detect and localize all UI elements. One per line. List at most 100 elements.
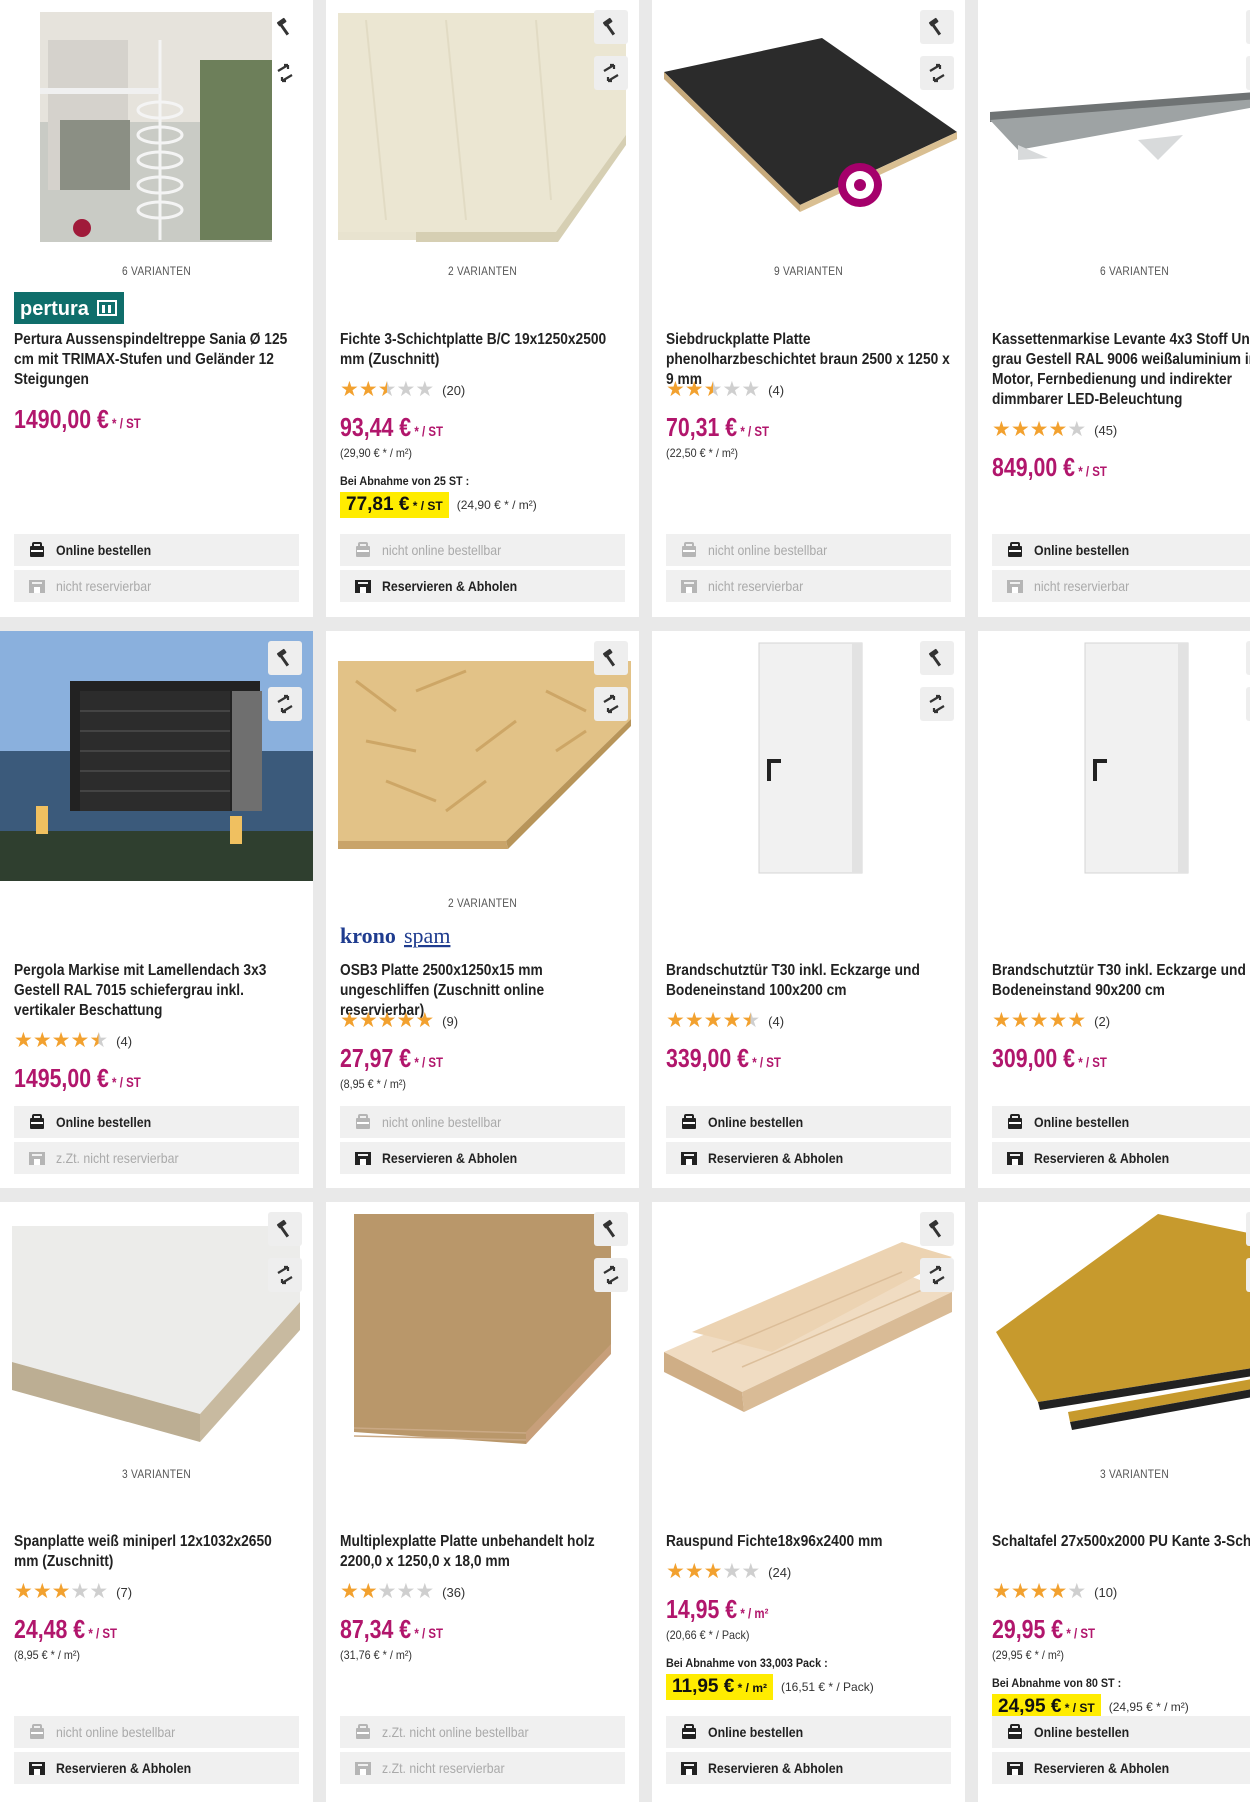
compare-arrows-icon[interactable] (268, 687, 302, 721)
product-title[interactable]: Pertura Aussenspindeltreppe Sania Ø 125 … (14, 330, 298, 390)
product-title[interactable]: Fichte 3-Schichtplatte B/C 19x1250x2500 … (340, 330, 624, 370)
hammer-icon[interactable] (1246, 10, 1250, 44)
product-image[interactable] (978, 631, 1250, 881)
reserve-pickup-button[interactable]: nicht reservierbar (666, 570, 951, 602)
hammer-icon[interactable] (1246, 641, 1250, 675)
product-image[interactable] (978, 1202, 1250, 1452)
online-order-button[interactable]: z.Zt. nicht online bestellbar (340, 1716, 625, 1748)
variants-count[interactable]: 9 VARIANTEN (675, 264, 941, 278)
reserve-pickup-button[interactable]: Reservieren & Abholen (666, 1142, 951, 1174)
rating[interactable]: ★ ★ ★ ★ ★ (24) (666, 1561, 791, 1582)
product-title[interactable]: Multiplexplatte Platte unbehandelt holz … (340, 1532, 624, 1572)
compare-arrows-icon[interactable] (1246, 1258, 1250, 1292)
online-order-button[interactable]: Online bestellen (666, 1716, 951, 1748)
variants-count[interactable]: 6 VARIANTEN (1001, 264, 1250, 278)
brand-logo[interactable]: krono spam (340, 923, 480, 955)
product-image-area[interactable] (326, 1202, 639, 1452)
reserve-pickup-button[interactable]: Reservieren & Abholen (340, 1142, 625, 1174)
product-image-area[interactable] (326, 0, 639, 250)
hammer-icon[interactable] (920, 10, 954, 44)
compare-arrows-icon[interactable] (920, 56, 954, 90)
online-order-button[interactable]: Online bestellen (992, 1716, 1250, 1748)
reserve-pickup-button[interactable]: Reservieren & Abholen (666, 1752, 951, 1784)
reserve-pickup-button[interactable]: nicht reservierbar (14, 570, 299, 602)
product-image[interactable] (0, 631, 313, 881)
product-title[interactable]: Spanplatte weiß miniperl 12x1032x2650 mm… (14, 1532, 298, 1572)
product-card[interactable]: 6 VARIANTEN pertura Pertura Aussenspindelt… (0, 0, 313, 617)
product-title[interactable]: Pergola Markise mit Lamellendach 3x3 Ges… (14, 961, 298, 1021)
reserve-pickup-button[interactable]: z.Zt. nicht reservierbar (14, 1142, 299, 1174)
product-image-area[interactable] (0, 0, 313, 250)
reserve-pickup-button[interactable]: Reservieren & Abholen (14, 1752, 299, 1784)
compare-arrows-icon[interactable] (268, 1258, 302, 1292)
variants-count[interactable]: 3 VARIANTEN (1001, 1467, 1250, 1481)
product-card[interactable]: Brandschutztür T30 inkl. Eckzarge und Bo… (978, 631, 1250, 1188)
online-order-button[interactable]: nicht online bestellbar (340, 1106, 625, 1138)
product-title[interactable]: Brandschutztür T30 inkl. Eckzarge und Bo… (666, 961, 950, 1001)
rating[interactable]: ★ ★ ★ ★ ★ (2) (992, 1010, 1110, 1031)
product-card[interactable]: Pergola Markise mit Lamellendach 3x3 Ges… (0, 631, 313, 1188)
product-title[interactable]: Rauspund Fichte18x96x2400 mm (666, 1532, 950, 1552)
compare-arrows-icon[interactable] (1246, 56, 1250, 90)
rating[interactable]: ★ ★ ★ ★ ★ (4) (14, 1030, 132, 1051)
compare-arrows-icon[interactable] (594, 1258, 628, 1292)
product-card[interactable]: 3 VARIANTEN Spanplatte weiß miniperl 12x1… (0, 1202, 313, 1802)
variants-count[interactable]: 2 VARIANTEN (349, 264, 615, 278)
online-order-button[interactable]: Online bestellen (992, 1106, 1250, 1138)
variants-count[interactable]: 6 VARIANTEN (23, 264, 289, 278)
online-order-button[interactable]: Online bestellen (992, 534, 1250, 566)
rating[interactable]: ★ ★ ★ ★ ★ (45) (992, 419, 1117, 440)
product-card[interactable]: 3 VARIANTEN Schaltafel 27x500x2000 PU Kan… (978, 1202, 1250, 1802)
product-image-area[interactable] (0, 631, 313, 881)
product-image-area[interactable] (652, 0, 965, 250)
hammer-icon[interactable] (268, 641, 302, 675)
product-image-area[interactable] (326, 631, 639, 881)
compare-arrows-icon[interactable] (1246, 687, 1250, 721)
product-image[interactable] (652, 0, 965, 250)
product-image[interactable] (652, 1202, 965, 1452)
product-image-area[interactable] (652, 1202, 965, 1452)
compare-arrows-icon[interactable] (920, 1258, 954, 1292)
hammer-icon[interactable] (594, 1212, 628, 1246)
compare-arrows-icon[interactable] (268, 56, 302, 90)
product-card[interactable]: Brandschutztür T30 inkl. Eckzarge und Bo… (652, 631, 965, 1188)
product-image[interactable] (326, 631, 639, 881)
rating[interactable]: ★ ★ ★ ★ ★ (7) (14, 1581, 132, 1602)
rating[interactable]: ★ ★ ★ ★ ★ (10) (992, 1581, 1117, 1602)
online-order-button[interactable]: nicht online bestellbar (14, 1716, 299, 1748)
rating[interactable]: ★ ★ ★ ★ ★ (4) (666, 379, 784, 400)
hammer-icon[interactable] (594, 10, 628, 44)
rating[interactable]: ★ ★ ★ ★ ★ (4) (666, 1010, 784, 1031)
product-image-area[interactable] (978, 1202, 1250, 1452)
product-card[interactable]: 6 VARIANTEN Kassettenmarkise Levante 4x3 … (978, 0, 1250, 617)
reserve-pickup-button[interactable]: Reservieren & Abholen (992, 1142, 1250, 1174)
product-title[interactable]: Brandschutztür T30 inkl. Eckzarge und Bo… (992, 961, 1250, 1001)
rating[interactable]: ★ ★ ★ ★ ★ (36) (340, 1581, 465, 1602)
compare-arrows-icon[interactable] (594, 56, 628, 90)
product-image[interactable] (0, 0, 313, 250)
product-card[interactable]: Rauspund Fichte18x96x2400 mm ★ ★ ★ ★ ★ (24) 14,… (652, 1202, 965, 1802)
product-image[interactable] (978, 0, 1250, 250)
variants-count[interactable]: 3 VARIANTEN (23, 1467, 289, 1481)
reserve-pickup-button[interactable]: z.Zt. nicht reservierbar (340, 1752, 625, 1784)
product-title[interactable]: Kassettenmarkise Levante 4x3 Stoff Uni g… (992, 330, 1250, 410)
online-order-button[interactable]: Online bestellen (14, 534, 299, 566)
online-order-button[interactable]: Online bestellen (14, 1106, 299, 1138)
product-image-area[interactable] (978, 0, 1250, 250)
hammer-icon[interactable] (920, 641, 954, 675)
reserve-pickup-button[interactable]: nicht reservierbar (992, 570, 1250, 602)
compare-arrows-icon[interactable] (920, 687, 954, 721)
product-card[interactable]: 2 VARIANTEN krono spam OSB3 Platte 2500x125… (326, 631, 639, 1188)
product-image-area[interactable] (652, 631, 965, 881)
product-card[interactable]: Multiplexplatte Platte unbehandelt holz … (326, 1202, 639, 1802)
online-order-button[interactable]: Online bestellen (666, 1106, 951, 1138)
online-order-button[interactable]: nicht online bestellbar (666, 534, 951, 566)
online-order-button[interactable]: nicht online bestellbar (340, 534, 625, 566)
hammer-icon[interactable] (1246, 1212, 1250, 1246)
product-image[interactable] (0, 1202, 313, 1452)
product-card[interactable]: 9 VARIANTEN Siebdruckplatte Platte phenol… (652, 0, 965, 617)
rating[interactable]: ★ ★ ★ ★ ★ (9) (340, 1010, 458, 1031)
reserve-pickup-button[interactable]: Reservieren & Abholen (340, 570, 625, 602)
variants-count[interactable]: 2 VARIANTEN (349, 896, 615, 910)
product-card[interactable]: 2 VARIANTEN Fichte 3-Schichtplatte B/C 19… (326, 0, 639, 617)
